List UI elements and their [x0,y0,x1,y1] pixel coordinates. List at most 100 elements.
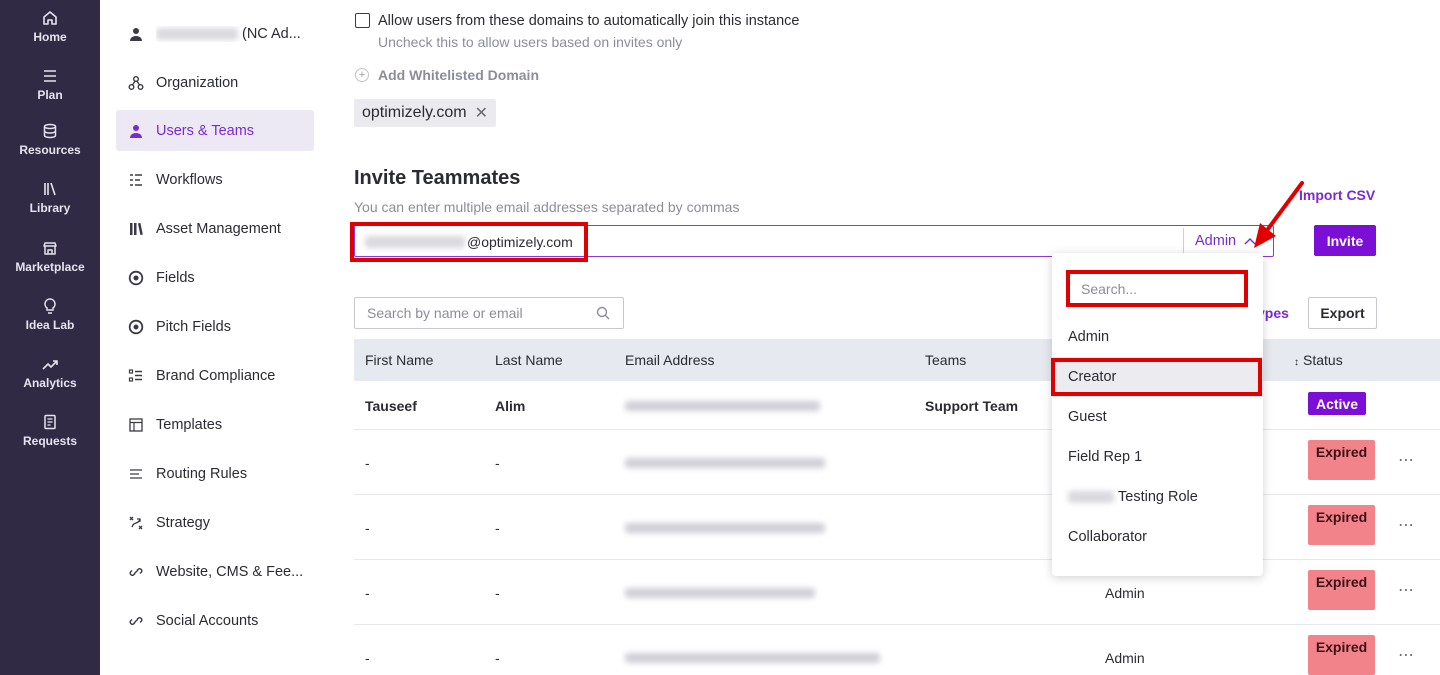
rail-label: Marketplace [15,260,85,274]
sort-icon: ↕ [1294,357,1299,368]
sidebar-item-label: Users & Teams [156,122,255,139]
redacted-name [156,27,238,40]
invite-email-domain: @optimizely.com [467,234,573,250]
rail-label: Plan [37,88,63,102]
rail-resources[interactable]: Resources [0,122,100,157]
redacted-email-local [365,236,465,248]
role-search-input[interactable] [1081,281,1231,297]
role-search-field[interactable] [1068,273,1246,305]
domain-chip-label: optimizely.com [362,104,467,121]
table-row[interactable]: - - Expired ⋯ [354,430,1440,495]
export-button[interactable]: Export [1308,297,1377,329]
rail-idea-lab[interactable]: Idea Lab [0,297,100,332]
column-header-last-name[interactable]: Last Name [495,352,563,368]
table-row[interactable]: Tauseef Alim Support Team Active [354,381,1440,430]
close-icon[interactable]: ✕ [475,103,488,123]
sidebar-item-website-cms[interactable]: Website, CMS & Fee... [116,551,314,592]
add-whitelisted-domain-button[interactable]: + Add Whitelisted Domain [355,67,539,83]
sidebar-item-label: Organization [156,74,239,91]
status-badge: Expired [1308,440,1375,480]
store-icon [43,242,57,255]
sidebar-item-social-accounts[interactable]: Social Accounts [116,600,314,641]
invite-title: Invite Teammates [354,167,521,189]
sidebar-item-label: Asset Management [156,220,281,237]
sidebar-item-pitch-fields[interactable]: Pitch Fields [116,306,314,347]
sidebar-item-organization[interactable]: Organization [116,62,314,103]
rail-requests[interactable]: Requests [0,413,100,448]
add-domain-label: Add Whitelisted Domain [378,67,539,83]
role-option-field-rep-1[interactable]: Field Rep 1 [1052,437,1263,477]
rail-analytics[interactable]: Analytics [0,355,100,390]
row-menu-icon[interactable]: ⋯ [1398,450,1415,470]
role-option-admin[interactable]: Admin [1052,317,1263,357]
cell-role: Admin [1105,650,1145,666]
link-icon [126,562,146,582]
sidebar-item-workflows[interactable]: Workflows [116,159,314,200]
rail-marketplace[interactable]: Marketplace [0,239,100,274]
sidebar-item-asset-management[interactable]: Asset Management [116,208,314,249]
column-header-status[interactable]: ↕ Status [1294,352,1343,368]
cell-first-name: - [365,585,370,601]
sidebar-item-templates[interactable]: Templates [116,404,314,445]
status-badge: Expired [1308,570,1375,610]
app-rail: Home Plan Resources Library Marketplace … [0,0,100,675]
auto-join-checkbox[interactable] [355,13,370,28]
rail-home[interactable]: Home [0,9,100,44]
import-csv-link[interactable]: Import CSV [1299,187,1375,203]
list-icon [44,70,56,82]
sidebar-item-label: Routing Rules [156,465,248,482]
home-icon [43,11,57,25]
user-search-input[interactable] [367,305,587,321]
table-row[interactable]: - - Expired ⋯ [354,495,1440,560]
library-icon [44,182,56,196]
auto-join-help: Uncheck this to allow users based on inv… [378,34,683,50]
status-badge: Expired [1308,635,1375,675]
user-search-field[interactable] [354,297,624,329]
row-menu-icon[interactable]: ⋯ [1398,645,1415,665]
rail-label: Requests [22,434,78,448]
cell-team: Support Team [925,398,1019,414]
sidebar-item-users-teams[interactable]: Users & Teams [116,110,314,151]
target-icon [126,317,146,337]
routing-icon [126,464,146,484]
row-menu-icon[interactable]: ⋯ [1398,515,1415,535]
sidebar-item-label: (NC Ad... [156,26,301,42]
template-icon [126,415,146,435]
redacted-email [625,653,880,663]
rail-label: Resources [19,143,81,157]
sidebar-item-label: Brand Compliance [156,367,276,384]
rail-plan[interactable]: Plan [0,67,100,102]
document-icon [44,414,56,430]
table-header: First Name Last Name Email Address Teams… [354,339,1440,381]
database-icon [43,123,57,139]
invite-button[interactable]: Invite [1314,225,1376,256]
table-row[interactable]: - - Admin Expired ⋯ [354,625,1440,675]
invite-email-value: @optimizely.com [365,234,573,250]
rail-library[interactable]: Library [0,180,100,215]
column-header-email[interactable]: Email Address [625,352,714,368]
sidebar-item-strategy[interactable]: Strategy [116,502,314,543]
sidebar-item-routing-rules[interactable]: Routing Rules [116,453,314,494]
auto-join-label: Allow users from these domains to automa… [378,13,800,29]
table-row[interactable]: - - Admin Expired ⋯ [354,560,1440,625]
plus-icon: + [355,68,369,82]
cell-last-name: - [495,650,500,666]
sidebar-item-profile[interactable]: (NC Ad... [116,13,314,54]
users-teams-panel: Allow users from these domains to automa… [330,0,1440,675]
role-option-creator[interactable]: Creator [1052,357,1263,397]
role-option-guest[interactable]: Guest [1052,397,1263,437]
sidebar-item-brand-compliance[interactable]: Brand Compliance [116,355,314,396]
sidebar-item-fields[interactable]: Fields [116,257,314,298]
role-option-collaborator[interactable]: Collaborator [1052,517,1263,557]
column-header-first-name[interactable]: First Name [365,352,433,368]
row-menu-icon[interactable]: ⋯ [1398,580,1415,600]
rail-label: Library [29,201,71,215]
role-option-testing-role[interactable]: Testing Role [1052,477,1263,517]
cell-first-name: Tauseef [365,398,417,414]
sidebar-item-label: Website, CMS & Fee... [156,563,304,580]
status-badge: Expired [1308,505,1375,545]
column-header-teams[interactable]: Teams [925,352,966,368]
sidebar-item-label: Pitch Fields [156,318,231,335]
role-select[interactable]: Admin [1195,226,1256,256]
trend-icon [42,360,58,370]
